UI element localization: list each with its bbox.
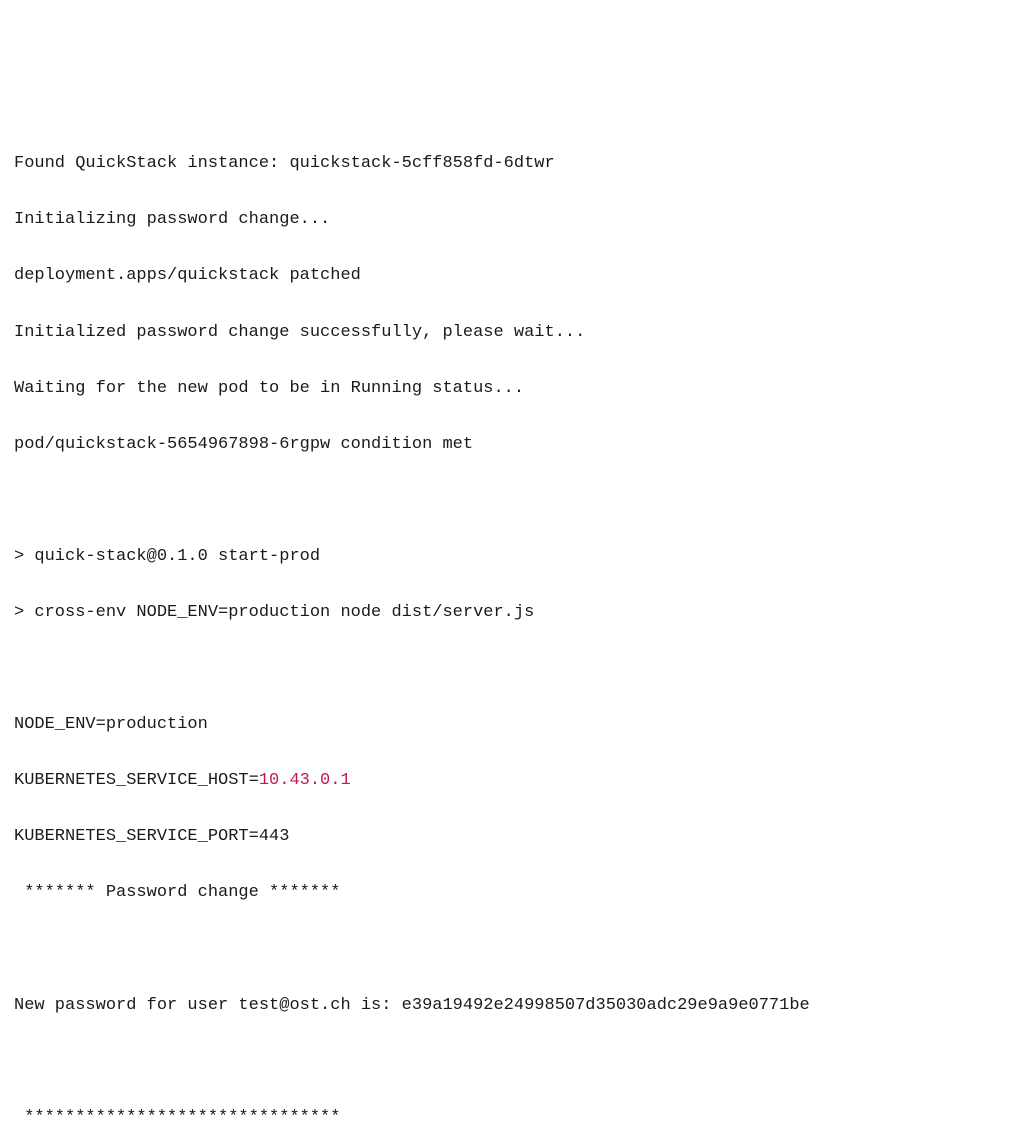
npm-script-line: > quick-stack@0.1.0 start-prod: [14, 543, 1022, 571]
blank-line: [14, 655, 1022, 683]
password-output-line: New password for user test@ost.ch is: e3…: [14, 992, 1022, 1020]
log-line: Found QuickStack instance: quickstack-5c…: [14, 150, 1022, 178]
log-line: Initializing password change...: [14, 206, 1022, 234]
section-header: ******* Password change *******: [14, 879, 1022, 907]
log-line: Initialized password change successfully…: [14, 319, 1022, 347]
blank-line: [14, 936, 1022, 964]
env-var-line: NODE_ENV=production: [14, 711, 1022, 739]
section-divider: *******************************: [14, 1104, 1022, 1132]
env-var-key: KUBERNETES_SERVICE_HOST=: [14, 771, 259, 790]
log-line: deployment.apps/quickstack patched: [14, 262, 1022, 290]
env-var-line: KUBERNETES_SERVICE_HOST=10.43.0.1: [14, 767, 1022, 795]
blank-line: [14, 1048, 1022, 1076]
terminal-output: Found QuickStack instance: quickstack-5c…: [14, 122, 1022, 1132]
env-var-line: KUBERNETES_SERVICE_PORT=443: [14, 823, 1022, 851]
npm-script-line: > cross-env NODE_ENV=production node dis…: [14, 599, 1022, 627]
blank-line: [14, 487, 1022, 515]
log-line: pod/quickstack-5654967898-6rgpw conditio…: [14, 431, 1022, 459]
log-line: Waiting for the new pod to be in Running…: [14, 375, 1022, 403]
ip-address: 10.43.0.1: [259, 771, 351, 790]
